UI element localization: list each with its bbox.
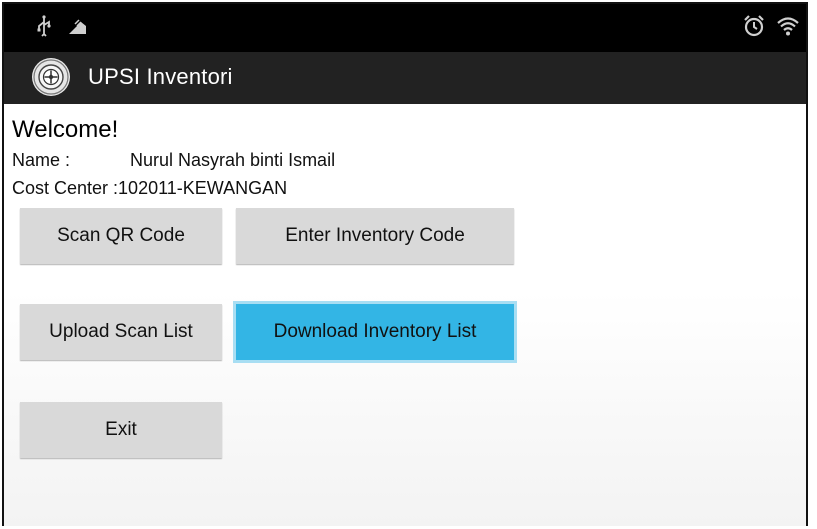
screenshot-frame: UPSI Inventori Welcome! Name : Nurul Nasy… <box>0 0 817 529</box>
cost-center-row: Cost Center :102011-KEWANGAN <box>12 178 287 199</box>
name-row: Name : Nurul Nasyrah binti Ismail <box>12 150 335 171</box>
download-inventory-list-button[interactable]: Download Inventory List <box>236 304 514 360</box>
usb-icon <box>37 15 51 37</box>
cost-center-value: 102011-KEWANGAN <box>118 178 288 198</box>
alarm-icon <box>744 15 764 37</box>
upload-scan-list-button[interactable]: Upload Scan List <box>20 304 222 360</box>
name-value: Nurul Nasyrah binti Ismail <box>130 150 336 170</box>
app-title: UPSI Inventori <box>88 64 233 89</box>
device-screen: UPSI Inventori Welcome! Name : Nurul Nasy… <box>2 2 808 526</box>
scan-qr-code-button[interactable]: Scan QR Code <box>20 208 222 264</box>
cost-center-label: Cost Center : <box>12 178 119 198</box>
name-label: Name : <box>12 150 71 170</box>
enter-inventory-code-button[interactable]: Enter Inventory Code <box>236 208 514 264</box>
welcome-heading: Welcome! <box>12 116 119 143</box>
wifi-icon <box>777 17 799 36</box>
status-bar <box>4 4 806 52</box>
upsi-logo-icon[interactable] <box>32 58 70 96</box>
debug-icon <box>69 19 86 34</box>
action-bar: UPSI Inventori <box>4 52 806 104</box>
exit-button[interactable]: Exit <box>20 402 222 458</box>
main-content: Welcome! Name : Nurul Nasyrah binti Ismai… <box>4 104 806 526</box>
